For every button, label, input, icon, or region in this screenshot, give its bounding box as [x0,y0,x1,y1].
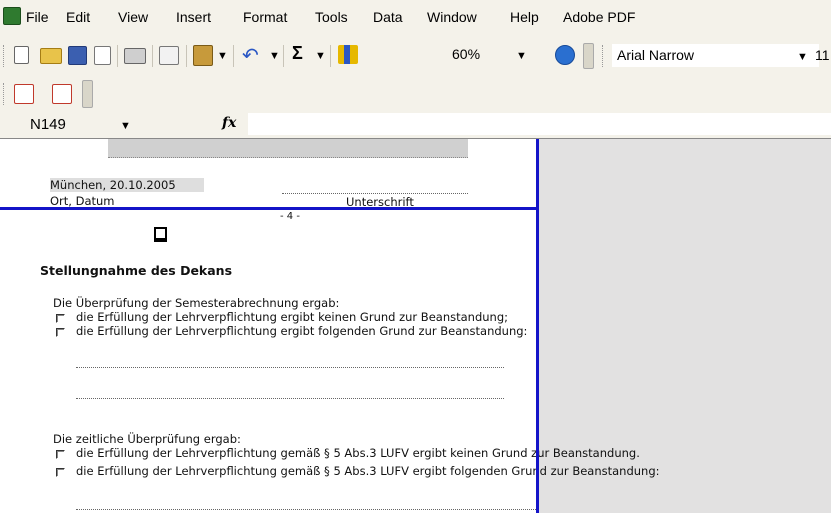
new-document-icon[interactable] [14,46,29,64]
open-folder-icon[interactable] [40,48,62,64]
section-heading: Stellungnahme des Dekans [40,263,233,278]
toolbar-overflow-icon[interactable] [583,43,594,69]
signature-line [282,193,468,194]
page-break-horizontal[interactable] [0,207,538,210]
insert-function-icon[interactable]: fx [222,115,236,131]
zoom-combo[interactable]: 60% ▼ [366,45,536,64]
menu-edit[interactable]: Edit [66,9,90,25]
reason-line [76,509,536,510]
formula-input[interactable] [248,113,831,135]
print-icon[interactable] [124,48,146,64]
check-group1-option1: die Erfüllung der Lehrverpflichtung ergi… [76,310,508,324]
worksheet-area[interactable]: München, 20.10.2005 Ort, Datum Unterschr… [0,139,660,513]
place-date-value[interactable]: München, 20.10.2005 [50,178,204,192]
formula-bar: N149 ▼ fx [0,112,831,140]
undo-dropdown-icon[interactable]: ▼ [269,50,280,62]
font-name-dropdown-icon[interactable]: ▼ [797,51,808,63]
checkbox[interactable] [56,450,65,459]
place-date-label: Ort, Datum [50,194,115,208]
font-name-value: Arial Narrow [617,47,695,63]
font-size-value[interactable]: 11 [815,47,830,63]
toolbar-options-icon[interactable] [82,80,93,108]
save-icon[interactable] [68,46,87,65]
menu-insert[interactable]: Insert [176,9,211,25]
convert-and-email-pdf-icon[interactable] [52,84,72,104]
font-name-combo[interactable]: Arial Narrow ▼ [612,44,819,67]
check-group2-option1: die Erfüllung der Lehrverpflichtung gemä… [76,446,640,460]
toolbar-separator [233,45,234,67]
toolbar-separator [186,45,187,67]
pdf-toolbar [0,76,831,112]
menu-bar: File Edit View Insert Format Tools Data … [0,0,831,36]
name-box[interactable]: N149 [30,116,66,133]
zoom-value: 60% [452,46,481,62]
menu-tools[interactable]: Tools [315,9,348,25]
checkbox[interactable] [56,314,65,323]
zoom-dropdown-icon[interactable]: ▼ [516,50,527,62]
check-group1-option2: die Erfüllung der Lehrverpflichtung ergi… [76,324,528,338]
check-group2-option2: die Erfüllung der Lehrverpflichtung gemä… [76,464,660,478]
chart-wizard-icon[interactable] [338,45,358,64]
print-preview-icon[interactable] [159,46,179,65]
menu-window[interactable]: Window [427,9,477,25]
toolbar-separator [152,45,153,67]
excel-app-icon[interactable] [3,7,21,25]
gray-field [108,139,468,158]
undo-icon[interactable]: ↶ [242,43,259,68]
page-number: - 4 - [280,211,300,222]
check-group2-title: Die zeitliche Überprüfung ergab: [53,432,241,446]
standard-toolbar: ▼ ↶ ▼ Σ ▼ 60% ▼ Arial Narrow ▼ 11 [0,36,831,76]
toolbar-grip[interactable] [3,45,7,67]
menu-data[interactable]: Data [373,9,403,25]
reason-line [76,367,504,368]
paste-icon[interactable] [193,45,213,66]
name-box-dropdown-icon[interactable]: ▼ [120,120,131,132]
convert-to-pdf-icon[interactable] [14,84,34,104]
menu-view[interactable]: View [118,9,148,25]
toolbar-grip[interactable] [3,83,7,105]
checkbox[interactable] [56,468,65,477]
menu-file[interactable]: File [26,9,49,25]
paste-dropdown-icon[interactable]: ▼ [217,50,228,62]
toolbar-separator [283,45,284,67]
formatting-toolbar-grip[interactable] [602,45,606,67]
check-group1-title: Die Überprüfung der Semesterabrechnung e… [53,296,340,310]
menu-adobe-pdf[interactable]: Adobe PDF [563,9,635,25]
reason-line [76,398,504,399]
help-icon[interactable] [555,45,575,65]
menu-help[interactable]: Help [510,9,539,25]
toolbar-separator [117,45,118,67]
cell-cursor-marker-base [154,238,167,242]
permission-icon[interactable] [94,46,111,65]
menu-format[interactable]: Format [243,9,287,25]
checkbox[interactable] [56,328,65,337]
autosum-icon[interactable]: Σ [292,43,303,64]
autosum-dropdown-icon[interactable]: ▼ [315,50,326,62]
toolbar-separator [330,45,331,67]
page-break-vertical[interactable] [536,139,539,513]
